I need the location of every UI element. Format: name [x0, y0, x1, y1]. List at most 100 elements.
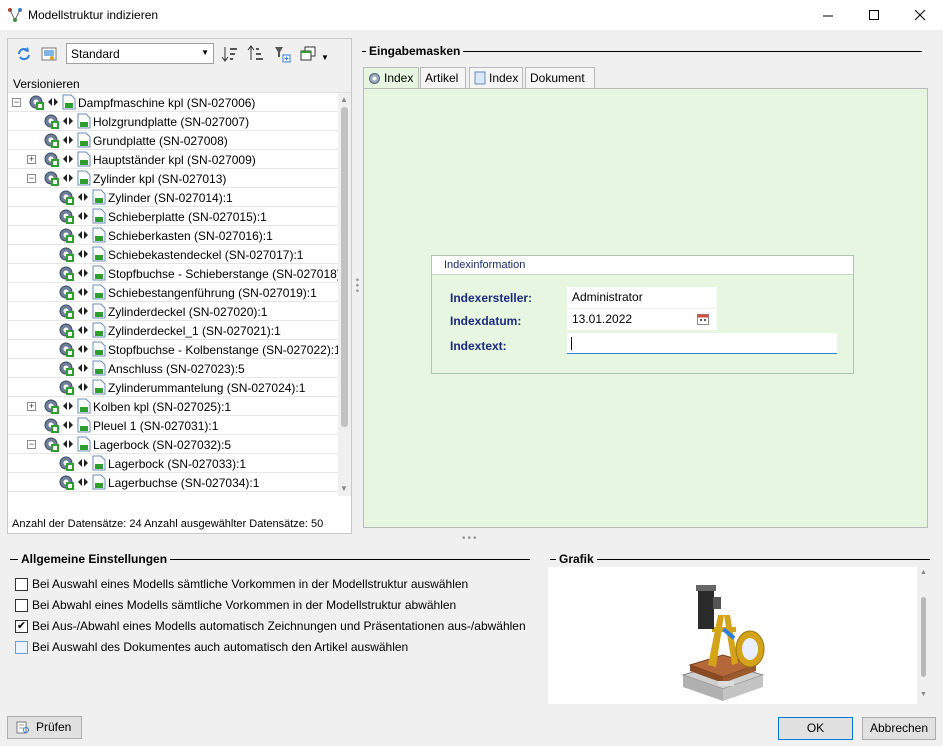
image-view-icon[interactable] — [40, 45, 58, 63]
model-document-icon — [77, 132, 91, 148]
close-button[interactable] — [897, 0, 943, 30]
tree-row[interactable]: − Dampfmaschine kpl (SN-027006) — [8, 93, 338, 112]
index-creator-value: Administrator — [572, 290, 643, 304]
version-arrows-icon[interactable] — [77, 305, 89, 317]
tab-index-active[interactable]: Index — [363, 67, 419, 89]
tree-row[interactable]: Zylinderdeckel_1 (SN-027021):1 — [8, 321, 338, 340]
tree-row[interactable]: Pleuel 1 (SN-027031):1 — [8, 416, 338, 435]
model-document-icon — [92, 360, 106, 376]
collapse-icon[interactable]: − — [27, 174, 36, 183]
scrollbar-thumb[interactable] — [341, 107, 348, 427]
assembly-gear-icon — [58, 284, 75, 301]
tree-row[interactable]: + Kolben kpl (SN-027025):1 — [8, 397, 338, 416]
maximize-button[interactable] — [851, 0, 897, 30]
sort-ascending-icon[interactable] — [221, 45, 239, 63]
version-arrows-icon[interactable] — [77, 210, 89, 222]
cancel-button[interactable]: Abbrechen — [862, 717, 936, 740]
model-tree[interactable]: − Dampfmaschine kpl (SN-027006) Holzgrundp… — [8, 93, 338, 496]
model-structure-icon — [8, 8, 22, 22]
vertical-splitter[interactable]: ••• — [351, 278, 362, 295]
tree-row[interactable]: Zylinderummantelung (SN-027024):1 — [8, 378, 338, 397]
tab-dokument[interactable]: Dokument — [525, 67, 595, 88]
version-arrows-icon[interactable] — [47, 96, 59, 108]
version-arrows-icon[interactable] — [77, 286, 89, 298]
tree-row-label: Dampfmaschine kpl (SN-027006) — [78, 96, 256, 110]
version-arrows-icon[interactable] — [62, 438, 74, 450]
horizontal-splitter[interactable]: ••• — [462, 533, 479, 544]
tab-label: Artikel — [425, 71, 459, 85]
toolbar-more-icon[interactable]: ▼ — [321, 53, 329, 62]
version-arrows-icon[interactable] — [62, 115, 74, 127]
index-date-field[interactable]: 13.01.2022 — [567, 309, 717, 330]
filter-add-icon[interactable] — [273, 45, 291, 63]
tab-index-document[interactable]: Index — [469, 67, 523, 88]
scroll-down-icon[interactable]: ▼ — [340, 484, 348, 493]
model-document-icon — [92, 265, 106, 281]
tab-artikel[interactable]: Artikel — [420, 67, 466, 88]
tree-row[interactable]: Holzgrundplatte (SN-027007) — [8, 112, 338, 131]
assembly-gear-icon — [58, 189, 75, 206]
setting-checkbox[interactable]: ✔ — [15, 620, 28, 633]
setting-checkbox[interactable] — [15, 578, 28, 591]
version-arrows-icon[interactable] — [62, 153, 74, 165]
tree-row[interactable]: Lagerbuchse (SN-027034):1 — [8, 473, 338, 492]
index-creator-field[interactable]: Administrator — [567, 287, 717, 308]
assembly-gear-icon — [58, 360, 75, 377]
tree-row-label: Zylinder (SN-027014):1 — [108, 191, 233, 205]
tree-row[interactable]: Schieberkasten (SN-027016):1 — [8, 226, 338, 245]
setting-checkbox[interactable] — [15, 641, 28, 654]
window-title: Modellstruktur indizieren — [28, 8, 159, 22]
version-arrows-icon[interactable] — [77, 191, 89, 203]
tree-row[interactable]: Anschluss (SN-027023):5 — [8, 359, 338, 378]
version-arrows-icon[interactable] — [62, 134, 74, 146]
tree-row[interactable]: Schieberplatte (SN-027015):1 — [8, 207, 338, 226]
tree-row[interactable]: Schiebestangenführung (SN-027019):1 — [8, 283, 338, 302]
view-select[interactable]: Standard ▼ — [66, 43, 214, 64]
refresh-icon[interactable] — [15, 45, 33, 63]
expand-icon[interactable]: + — [27, 155, 36, 164]
input-masks-title: Eingabemasken — [366, 44, 464, 58]
index-text-field[interactable] — [567, 333, 837, 354]
copy-windows-icon[interactable] — [299, 45, 317, 63]
graphic-scrollbar[interactable]: ▲ ▼ — [917, 567, 930, 704]
tree-row[interactable]: − Lagerbock (SN-027032):5 — [8, 435, 338, 454]
assembly-gear-icon — [43, 132, 60, 149]
version-arrows-icon[interactable] — [77, 267, 89, 279]
version-arrows-icon[interactable] — [77, 248, 89, 260]
sort-descending-icon[interactable] — [247, 45, 265, 63]
version-arrows-icon[interactable] — [62, 172, 74, 184]
tree-row[interactable]: Schiebekastendeckel (SN-027017):1 — [8, 245, 338, 264]
setting-checkbox[interactable] — [15, 599, 28, 612]
minimize-button[interactable] — [805, 0, 851, 30]
version-arrows-icon[interactable] — [62, 419, 74, 431]
scroll-up-icon[interactable]: ▲ — [340, 95, 348, 104]
version-arrows-icon[interactable] — [77, 324, 89, 336]
collapse-icon[interactable]: − — [27, 440, 36, 449]
version-arrows-icon[interactable] — [62, 400, 74, 412]
scroll-up-icon[interactable]: ▲ — [920, 569, 927, 576]
version-arrows-icon[interactable] — [77, 476, 89, 488]
tree-row[interactable]: + Hauptständer kpl (SN-027009) — [8, 150, 338, 169]
tree-row[interactable]: Lagerbock (SN-027033):1 — [8, 454, 338, 473]
model-document-icon — [92, 189, 106, 205]
tree-row[interactable]: Zylinderdeckel (SN-027020):1 — [8, 302, 338, 321]
check-button[interactable]: Prüfen — [7, 716, 82, 739]
expand-icon[interactable]: + — [27, 402, 36, 411]
scrollbar-thumb[interactable] — [921, 597, 926, 677]
version-arrows-icon[interactable] — [77, 381, 89, 393]
tree-row[interactable]: Stopfbuchse - Schieberstange (SN-027018) — [8, 264, 338, 283]
scroll-down-icon[interactable]: ▼ — [920, 691, 927, 698]
version-arrows-icon[interactable] — [77, 343, 89, 355]
tree-row[interactable]: Zylinder (SN-027014):1 — [8, 188, 338, 207]
tree-scrollbar[interactable]: ▲ ▼ — [338, 93, 351, 496]
tree-row[interactable]: Grundplatte (SN-027008) — [8, 131, 338, 150]
version-arrows-icon[interactable] — [77, 229, 89, 241]
tree-row[interactable]: − Zylinder kpl (SN-027013) — [8, 169, 338, 188]
version-arrows-icon[interactable] — [77, 457, 89, 469]
version-arrows-icon[interactable] — [77, 362, 89, 374]
tree-row[interactable]: Stopfbuchse - Kolbenstange (SN-027022):1 — [8, 340, 338, 359]
ok-button[interactable]: OK — [778, 717, 853, 740]
collapse-icon[interactable]: − — [12, 98, 21, 107]
calendar-icon[interactable] — [697, 313, 709, 325]
title-bar: Modellstruktur indizieren — [0, 0, 943, 30]
